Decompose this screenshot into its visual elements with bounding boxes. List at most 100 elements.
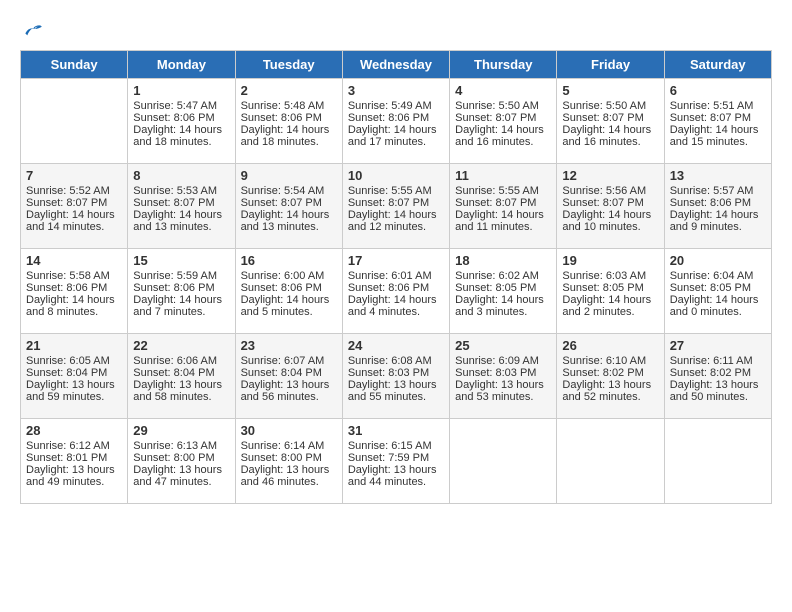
weekday-header-monday: Monday — [128, 51, 235, 79]
day-info-line: Daylight: 14 hours — [670, 124, 766, 136]
day-info-line: Sunrise: 6:12 AM — [26, 440, 122, 452]
day-info-line: and 12 minutes. — [348, 221, 444, 233]
day-info-line: Daylight: 14 hours — [133, 124, 229, 136]
day-info-line: Sunset: 8:05 PM — [670, 282, 766, 294]
logo — [20, 20, 42, 40]
day-info-line: and 18 minutes. — [133, 136, 229, 148]
day-info-line: Sunrise: 6:04 AM — [670, 270, 766, 282]
calendar-cell: 6Sunrise: 5:51 AMSunset: 8:07 PMDaylight… — [664, 79, 771, 164]
day-number: 7 — [26, 168, 122, 183]
day-info-line: Daylight: 14 hours — [241, 294, 337, 306]
day-info-line: Daylight: 14 hours — [26, 294, 122, 306]
day-info-line: Sunset: 8:07 PM — [455, 197, 551, 209]
calendar-cell: 16Sunrise: 6:00 AMSunset: 8:06 PMDayligh… — [235, 249, 342, 334]
day-number: 4 — [455, 83, 551, 98]
calendar-cell — [21, 79, 128, 164]
day-info-line: Sunrise: 5:55 AM — [348, 185, 444, 197]
calendar-cell: 14 Sunrise: 5:58 AMSunset: 8:06 PMDayligh… — [21, 249, 128, 334]
day-info-line: Sunrise: 5:53 AM — [133, 185, 229, 197]
day-number: 26 — [562, 338, 658, 353]
day-info-line: and 16 minutes. — [562, 136, 658, 148]
day-info-line: Daylight: 13 hours — [133, 379, 229, 391]
day-info-line: Sunset: 8:06 PM — [133, 282, 229, 294]
day-info-line: Daylight: 14 hours — [455, 294, 551, 306]
day-info-line: Sunrise: 5:52 AM — [26, 185, 122, 197]
day-info-line: Sunset: 8:02 PM — [562, 367, 658, 379]
day-number: 15 — [133, 253, 229, 268]
calendar-table: SundayMondayTuesdayWednesdayThursdayFrid… — [20, 50, 772, 504]
day-number: 16 — [241, 253, 337, 268]
day-info-line: Daylight: 14 hours — [562, 294, 658, 306]
weekday-header-wednesday: Wednesday — [342, 51, 449, 79]
day-info-line: Sunrise: 5:55 AM — [455, 185, 551, 197]
day-info-line: Sunset: 8:06 PM — [670, 197, 766, 209]
calendar-cell: 25Sunrise: 6:09 AMSunset: 8:03 PMDayligh… — [450, 334, 557, 419]
day-info-line: Sunrise: 5:50 AM — [562, 100, 658, 112]
day-info-line: and 15 minutes. — [670, 136, 766, 148]
day-info-line: Daylight: 14 hours — [241, 209, 337, 221]
day-info-line: Daylight: 14 hours — [455, 124, 551, 136]
day-info-line: Sunrise: 6:09 AM — [455, 355, 551, 367]
day-info-line: Daylight: 13 hours — [348, 379, 444, 391]
calendar-cell: 18Sunrise: 6:02 AMSunset: 8:05 PMDayligh… — [450, 249, 557, 334]
day-info-line: Sunrise: 5:50 AM — [455, 100, 551, 112]
day-info-line: Sunset: 8:04 PM — [133, 367, 229, 379]
day-number: 27 — [670, 338, 766, 353]
day-info-line: Sunrise: 6:01 AM — [348, 270, 444, 282]
day-info-line: Sunrise: 6:14 AM — [241, 440, 337, 452]
day-info-line: Sunrise: 6:13 AM — [133, 440, 229, 452]
day-info-line: Daylight: 14 hours — [348, 294, 444, 306]
calendar-cell: 31Sunrise: 6:15 AMSunset: 7:59 PMDayligh… — [342, 419, 449, 504]
calendar-header-row: SundayMondayTuesdayWednesdayThursdayFrid… — [21, 51, 772, 79]
day-info-line: Daylight: 14 hours — [670, 294, 766, 306]
calendar-cell: 15Sunrise: 5:59 AMSunset: 8:06 PMDayligh… — [128, 249, 235, 334]
calendar-cell — [557, 419, 664, 504]
weekday-header-saturday: Saturday — [664, 51, 771, 79]
day-info-line: Daylight: 14 hours — [348, 209, 444, 221]
day-info-line: Sunset: 8:03 PM — [455, 367, 551, 379]
day-number: 1 — [133, 83, 229, 98]
day-info-line: Daylight: 14 hours — [133, 294, 229, 306]
day-info-line: and 5 minutes. — [241, 306, 337, 318]
day-info-line: and 50 minutes. — [670, 391, 766, 403]
day-info-line: and 17 minutes. — [348, 136, 444, 148]
day-number: 10 — [348, 168, 444, 183]
day-number: 14 — [26, 253, 122, 268]
day-info-line: Sunrise: 5:54 AM — [241, 185, 337, 197]
day-number: 2 — [241, 83, 337, 98]
day-info-line: Sunset: 8:06 PM — [241, 282, 337, 294]
day-info-line: and 59 minutes. — [26, 391, 122, 403]
day-info-line: Sunrise: 6:02 AM — [455, 270, 551, 282]
day-number: 18 — [455, 253, 551, 268]
day-info-line: Sunrise: 5:58 AM — [26, 270, 122, 282]
day-info-line: and 11 minutes. — [455, 221, 551, 233]
calendar-cell: 28Sunrise: 6:12 AMSunset: 8:01 PMDayligh… — [21, 419, 128, 504]
calendar-cell: 10Sunrise: 5:55 AMSunset: 8:07 PMDayligh… — [342, 164, 449, 249]
day-info-line: Sunset: 8:06 PM — [133, 112, 229, 124]
day-info-line: Sunset: 7:59 PM — [348, 452, 444, 464]
day-info-line: and 55 minutes. — [348, 391, 444, 403]
day-info-line: Sunset: 8:07 PM — [241, 197, 337, 209]
day-number: 20 — [670, 253, 766, 268]
day-number: 11 — [455, 168, 551, 183]
day-number: 28 — [26, 423, 122, 438]
day-number: 31 — [348, 423, 444, 438]
day-info-line: and 9 minutes. — [670, 221, 766, 233]
calendar-cell: 21Sunrise: 6:05 AMSunset: 8:04 PMDayligh… — [21, 334, 128, 419]
day-info-line: Sunrise: 5:47 AM — [133, 100, 229, 112]
day-info-line: Sunrise: 6:07 AM — [241, 355, 337, 367]
day-number: 29 — [133, 423, 229, 438]
day-number: 5 — [562, 83, 658, 98]
weekday-header-friday: Friday — [557, 51, 664, 79]
calendar-week-row: 1Sunrise: 5:47 AMSunset: 8:06 PMDaylight… — [21, 79, 772, 164]
day-info-line: Daylight: 14 hours — [670, 209, 766, 221]
calendar-week-row: 7Sunrise: 5:52 AMSunset: 8:07 PMDaylight… — [21, 164, 772, 249]
day-info-line: Sunrise: 5:49 AM — [348, 100, 444, 112]
day-info-line: Sunset: 8:07 PM — [562, 197, 658, 209]
day-info-line: Sunset: 8:06 PM — [26, 282, 122, 294]
calendar-cell — [450, 419, 557, 504]
calendar-cell: 7Sunrise: 5:52 AMSunset: 8:07 PMDaylight… — [21, 164, 128, 249]
calendar-cell: 27Sunrise: 6:11 AMSunset: 8:02 PMDayligh… — [664, 334, 771, 419]
day-info-line: Sunset: 8:06 PM — [348, 112, 444, 124]
day-info-line: Daylight: 13 hours — [562, 379, 658, 391]
